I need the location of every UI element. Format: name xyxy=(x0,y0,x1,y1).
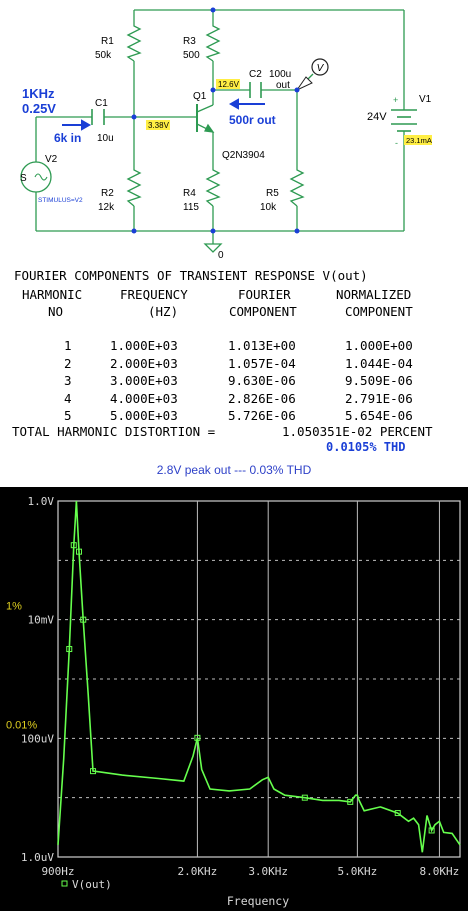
wires xyxy=(35,9,405,244)
r1-value: 50k xyxy=(95,50,112,61)
source-amplitude: 0.25V xyxy=(22,101,56,116)
y-tick-label: 100uV xyxy=(21,732,54,745)
normalized-component: 5.654E-06 xyxy=(345,408,413,423)
fourier-title: FOURIER COMPONENTS OF TRANSIENT RESPONSE… xyxy=(14,268,368,283)
col-header-fourier: FOURIER xyxy=(238,287,291,302)
harmonic-number: 5 xyxy=(64,408,72,423)
harmonic-frequency: 4.000E+03 xyxy=(110,390,178,406)
r2-name: R2 xyxy=(101,188,114,199)
input-impedance-note: 6k in xyxy=(54,131,81,145)
plot-background xyxy=(0,487,468,911)
output-arrowhead xyxy=(228,98,239,110)
v1-name: V1 xyxy=(419,94,432,105)
thd-percent-summary: 0.0105% THD xyxy=(326,440,406,454)
collector-voltage-label: 12.6V xyxy=(218,80,240,89)
fourier-component: 1.013E+00 xyxy=(228,338,296,353)
r2-value: 12k xyxy=(98,202,115,213)
legend-label: V(out) xyxy=(72,878,112,891)
percent-annotation: 0.01% xyxy=(6,719,37,731)
r3-symbol xyxy=(205,22,221,62)
c2-value: 100u xyxy=(269,69,291,80)
transistor-q1-symbol xyxy=(196,104,215,133)
r4-value: 115 xyxy=(183,202,199,213)
x-axis-label: Frequency xyxy=(227,894,289,908)
fourier-component: 2.826E-06 xyxy=(228,390,296,406)
col-header-component-norm: COMPONENT xyxy=(345,304,413,319)
distortion-note: 2.8V peak out --- 0.03% THD xyxy=(156,463,312,477)
v1-plus: + xyxy=(393,95,398,105)
percent-annotation: 1% xyxy=(6,601,22,613)
r5-name: R5 xyxy=(266,188,279,199)
r4-name: R4 xyxy=(183,188,196,199)
c1-name: C1 xyxy=(95,98,108,109)
r5-value: 10k xyxy=(260,202,277,213)
harmonic-frequency: 5.000E+03 xyxy=(110,408,178,423)
harmonic-number: 4 xyxy=(64,390,72,406)
x-tick-label: 900Hz xyxy=(41,865,74,878)
fourier-component: 5.726E-06 xyxy=(228,408,296,423)
v1-minus: - xyxy=(395,138,398,148)
r4-symbol xyxy=(205,166,221,207)
q1-name: Q1 xyxy=(193,91,207,102)
v2-name: V2 xyxy=(45,154,58,165)
spectrum-plot: 1.0V 10mV 100uV 1.0uV 900Hz 2.0KHz 3.0KHz 5.0K… xyxy=(0,487,468,911)
c1-value: 10u xyxy=(97,133,114,144)
thd-label: TOTAL HARMONIC DISTORTION = xyxy=(12,424,216,439)
ground-label: 0 xyxy=(218,250,224,261)
y-tick-label: 1.0uV xyxy=(21,851,54,864)
thd-value: 1.050351E-02 PERCENT xyxy=(282,424,433,439)
c2-name: C2 xyxy=(249,69,262,80)
circuit-schematic: V 3.38V 12.6V 23.1mA R1 50k R3 500 R2 12… xyxy=(20,7,432,261)
normalized-component: 2.791E-06 xyxy=(345,390,413,406)
fourier-component: 1.057E-04 xyxy=(228,355,296,371)
r1-name: R1 xyxy=(101,36,114,47)
input-arrowhead xyxy=(81,119,92,131)
r5-symbol xyxy=(289,166,305,207)
r2-symbol xyxy=(126,166,142,207)
harmonic-frequency: 2.000E+03 xyxy=(110,355,178,371)
output-impedance-note: 500r out xyxy=(229,113,276,127)
col-header-frequency: FREQUENCY xyxy=(120,287,188,302)
supply-current-label: 23.1mA xyxy=(406,136,432,145)
col-header-component: COMPONENT xyxy=(229,304,297,319)
y-tick-label: 10mV xyxy=(28,614,55,627)
out-node-label: out xyxy=(276,80,290,91)
harmonic-number: 1 xyxy=(64,338,72,353)
x-tick-label: 3.0KHz xyxy=(248,865,288,878)
harmonic-number: 2 xyxy=(64,355,72,371)
source-frequency: 1KHz xyxy=(22,86,55,101)
fourier-component: 9.630E-06 xyxy=(228,373,296,388)
y-tick-label: 1.0V xyxy=(28,495,55,508)
fourier-output: FOURIER COMPONENTS OF TRANSIENT RESPONSE… xyxy=(0,266,468,456)
x-tick-label: 8.0KHz xyxy=(420,865,460,878)
r1-symbol xyxy=(126,22,142,62)
r3-name: R3 xyxy=(183,36,196,47)
q1-part: Q2N3904 xyxy=(222,150,265,161)
v2-symbol-letter: S xyxy=(20,173,27,184)
v1-value: 24V xyxy=(367,111,387,123)
col-header-hz: (HZ) xyxy=(148,304,179,319)
normalized-component: 1.044E-04 xyxy=(345,355,413,371)
col-header-normalized: NORMALIZED xyxy=(336,287,412,302)
x-tick-label: 5.0KHz xyxy=(338,865,378,878)
col-header-no: NO xyxy=(48,304,64,319)
r3-value: 500 xyxy=(183,50,200,61)
harmonic-frequency: 3.000E+03 xyxy=(110,373,178,388)
harmonic-frequency: 1.000E+03 xyxy=(110,338,178,353)
col-header-harmonic: HARMONIC xyxy=(22,287,83,302)
normalized-component: 9.509E-06 xyxy=(345,373,413,388)
harmonic-number: 3 xyxy=(64,373,72,388)
base-voltage-label: 3.38V xyxy=(148,121,170,130)
v2-stimulus: STIMULUS=V2 xyxy=(38,197,83,204)
normalized-component: 1.000E+00 xyxy=(345,338,413,353)
x-tick-label: 2.0KHz xyxy=(178,865,218,878)
